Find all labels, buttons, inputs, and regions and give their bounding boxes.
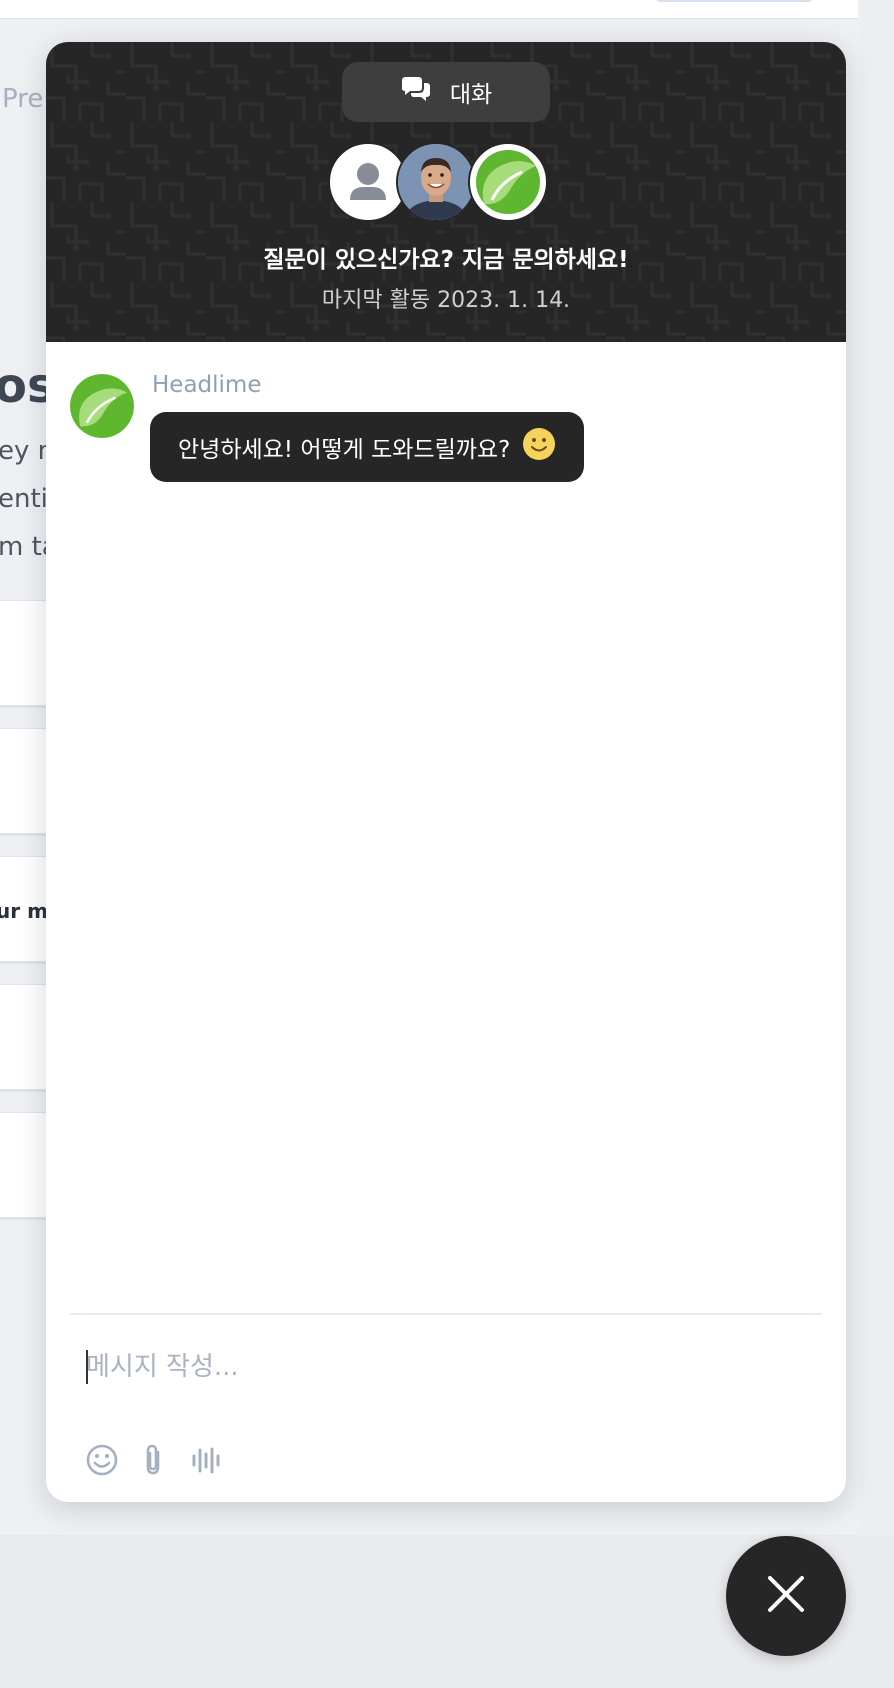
background-edge — [860, 0, 894, 1536]
agent-avatars — [328, 142, 568, 222]
message-bubble: 안녕하세요! 어떻게 도와드릴까요? — [150, 412, 585, 482]
message-sender: Headlime — [152, 372, 262, 398]
attachment-icon[interactable] — [134, 1440, 174, 1480]
header-headline: 질문이 있으신가요? 지금 문의하세요! — [263, 247, 629, 273]
background-topbar-button — [655, 0, 814, 2]
header-last-active: 마지막 활동 2023. 1. 14. — [321, 288, 571, 313]
composer-divider — [70, 1313, 822, 1315]
chat-header: 대화 질문이 있으신가요? 지금 문의하세요! 마지막 활동 2023. 1. … — [46, 42, 846, 342]
message-input[interactable] — [86, 1342, 806, 1392]
chat-bubbles-icon — [400, 76, 432, 108]
background-topbar — [0, 0, 858, 19]
avatar-headlime-logo — [468, 142, 548, 222]
text-caret — [86, 1350, 88, 1384]
background-partial-text: Pre — [2, 84, 44, 114]
message-avatar-headlime-logo — [70, 374, 134, 438]
tab-conversation-label: 대화 — [449, 82, 493, 108]
chat-widget: 대화 질문이 있으신가요? 지금 문의하세요! 마지막 활동 2023. 1. … — [46, 42, 846, 1502]
emoji-icon[interactable] — [82, 1440, 122, 1480]
avatar-agent-photo — [396, 142, 476, 222]
close-icon — [766, 1574, 806, 1618]
smile-emoji-icon — [522, 427, 556, 467]
voice-icon[interactable] — [186, 1440, 226, 1480]
close-chat-button[interactable] — [726, 1536, 846, 1656]
tab-conversation[interactable]: 대화 — [342, 62, 550, 122]
message-text: 안녕하세요! 어떻게 도와드릴까요? — [178, 437, 511, 463]
